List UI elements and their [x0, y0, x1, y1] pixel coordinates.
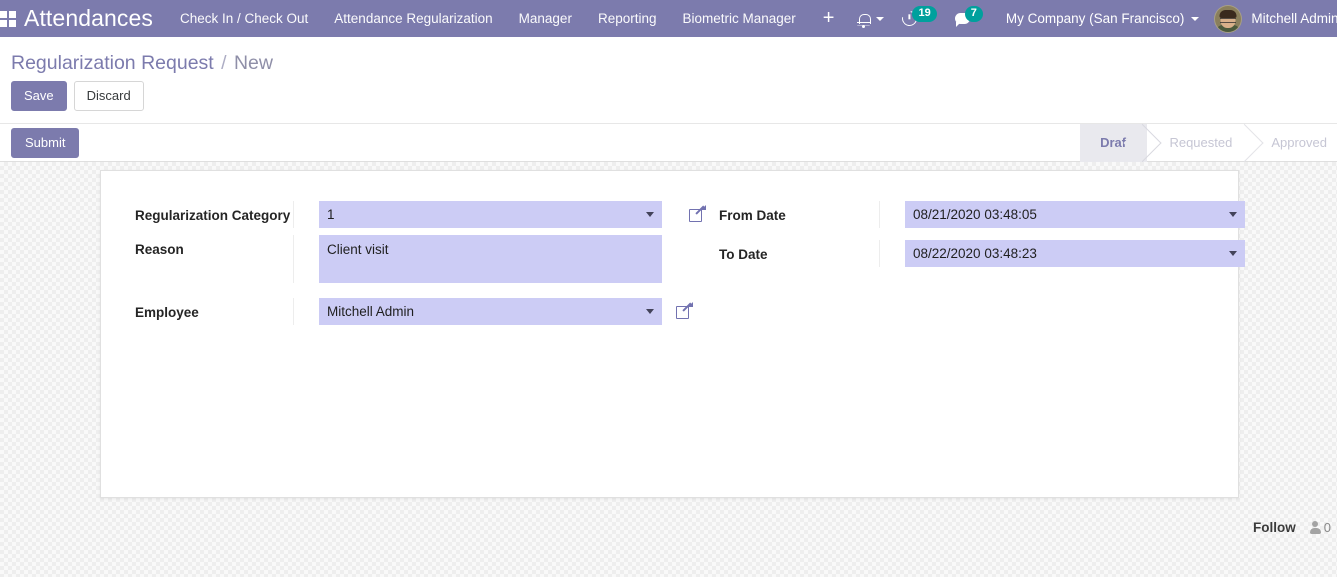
to-date-input[interactable]: 08/22/2020 03:48:23 [905, 240, 1245, 267]
breadcrumb: Regularization Request / New [0, 37, 1337, 81]
content-area: Regularization Category 1 Reason Client … [0, 162, 1337, 577]
menu-item-reporting[interactable]: Reporting [585, 0, 670, 37]
menu-item-biometric-manager[interactable]: Biometric Manager [670, 0, 809, 37]
notifications-menu[interactable] [848, 0, 893, 37]
breadcrumb-root[interactable]: Regularization Request [11, 52, 214, 74]
chevron-down-icon [1191, 16, 1200, 21]
field-from-date: From Date 08/21/2020 03:48:05 [689, 201, 1245, 228]
bell-icon [857, 12, 871, 28]
plus-icon[interactable]: + [809, 0, 849, 37]
field-employee: Employee Mitchell Admin [135, 298, 693, 325]
person-icon [1309, 521, 1321, 534]
discard-button[interactable]: Discard [73, 81, 144, 111]
user-menu[interactable]: Mitchell Admin [1208, 0, 1337, 37]
regularization-category-input[interactable]: 1 [319, 201, 662, 228]
save-button[interactable]: Save [11, 81, 67, 111]
status-stage-requested[interactable]: Requested [1147, 124, 1249, 162]
submit-button[interactable]: Submit [11, 127, 80, 158]
menu-item-manager[interactable]: Manager [506, 0, 585, 37]
field-to-date: To Date 08/22/2020 03:48:23 [689, 240, 1245, 267]
open-category-record-slot [689, 201, 719, 227]
field-label-regularization-category: Regularization Category [135, 208, 291, 223]
user-name: Mitchell Admin [1251, 11, 1337, 26]
open-regularization-category-record-icon[interactable] [689, 205, 706, 222]
chevron-down-icon [876, 16, 885, 21]
reason-textarea[interactable]: Client visit [319, 235, 662, 283]
chevron-down-icon [646, 309, 654, 314]
status-stage-draft[interactable]: Draft [1080, 123, 1148, 162]
field-label-to-date: To Date [719, 247, 768, 262]
apps-menu-toggle[interactable] [0, 0, 16, 37]
avatar [1214, 4, 1243, 33]
company-switcher[interactable]: My Company (San Francisco) [992, 0, 1209, 37]
form-column-right: From Date 08/21/2020 03:48:05 To Date 08… [689, 201, 1245, 332]
form-sheet: Regularization Category 1 Reason Client … [100, 170, 1245, 498]
chevron-down-icon [646, 212, 654, 217]
activity-count-badge: 19 [912, 6, 937, 22]
menu-item-attendance-regularization[interactable]: Attendance Regularization [321, 0, 505, 37]
status-bar: Submit Draft Requested Approved [0, 123, 1337, 162]
record-actions: Save Discard [0, 81, 1337, 123]
chatter-bar: Follow 0 [0, 516, 1337, 539]
field-label-reason: Reason [135, 242, 184, 257]
employee-input[interactable]: Mitchell Admin [319, 298, 662, 325]
from-date-value: 08/21/2020 03:48:05 [913, 207, 1037, 222]
to-date-value: 08/22/2020 03:48:23 [913, 246, 1037, 261]
field-regularization-category: Regularization Category 1 [135, 201, 675, 228]
open-employee-record-icon[interactable] [676, 302, 693, 319]
grid-icon [0, 10, 16, 27]
form-column-left: Regularization Category 1 Reason Client … [135, 201, 693, 332]
form-grid: Regularization Category 1 Reason Client … [135, 201, 1245, 332]
app-brand-title[interactable]: Attendances [16, 0, 167, 37]
top-navbar: Attendances Check In / Check Out Attenda… [0, 0, 1337, 37]
regularization-category-value: 1 [327, 207, 335, 222]
follow-button[interactable]: Follow [1245, 516, 1304, 539]
field-reason: Reason Client visit [135, 235, 675, 283]
spacer-slot [689, 240, 719, 245]
field-label-employee: Employee [135, 305, 199, 320]
menu-item-check-in-check-out[interactable]: Check In / Check Out [167, 0, 321, 37]
messages-menu[interactable]: 7 [946, 0, 992, 37]
field-label-from-date: From Date [719, 208, 786, 223]
breadcrumb-separator: / [221, 52, 227, 74]
activities-menu[interactable]: 19 [893, 0, 945, 37]
company-name: My Company (San Francisco) [1005, 11, 1185, 26]
messages-count-badge: 7 [964, 6, 983, 22]
chatter-date-divider: Today [0, 575, 1337, 577]
followers-count-value: 0 [1323, 520, 1331, 535]
followers-count[interactable]: 0 [1304, 520, 1331, 535]
from-date-input[interactable]: 08/21/2020 03:48:05 [905, 201, 1245, 228]
control-panel: Regularization Request / New Save Discar… [0, 37, 1337, 124]
chevron-down-icon [1229, 212, 1237, 217]
navbar-right-tools: + 19 7 My Company (San Francisco) Mitche… [809, 0, 1337, 37]
main-menu: Check In / Check Out Attendance Regulari… [167, 0, 809, 37]
employee-value: Mitchell Admin [327, 304, 415, 319]
breadcrumb-current: New [233, 52, 273, 74]
status-pipeline: Draft Requested Approved [1080, 123, 1337, 162]
chevron-down-icon [1229, 251, 1237, 256]
